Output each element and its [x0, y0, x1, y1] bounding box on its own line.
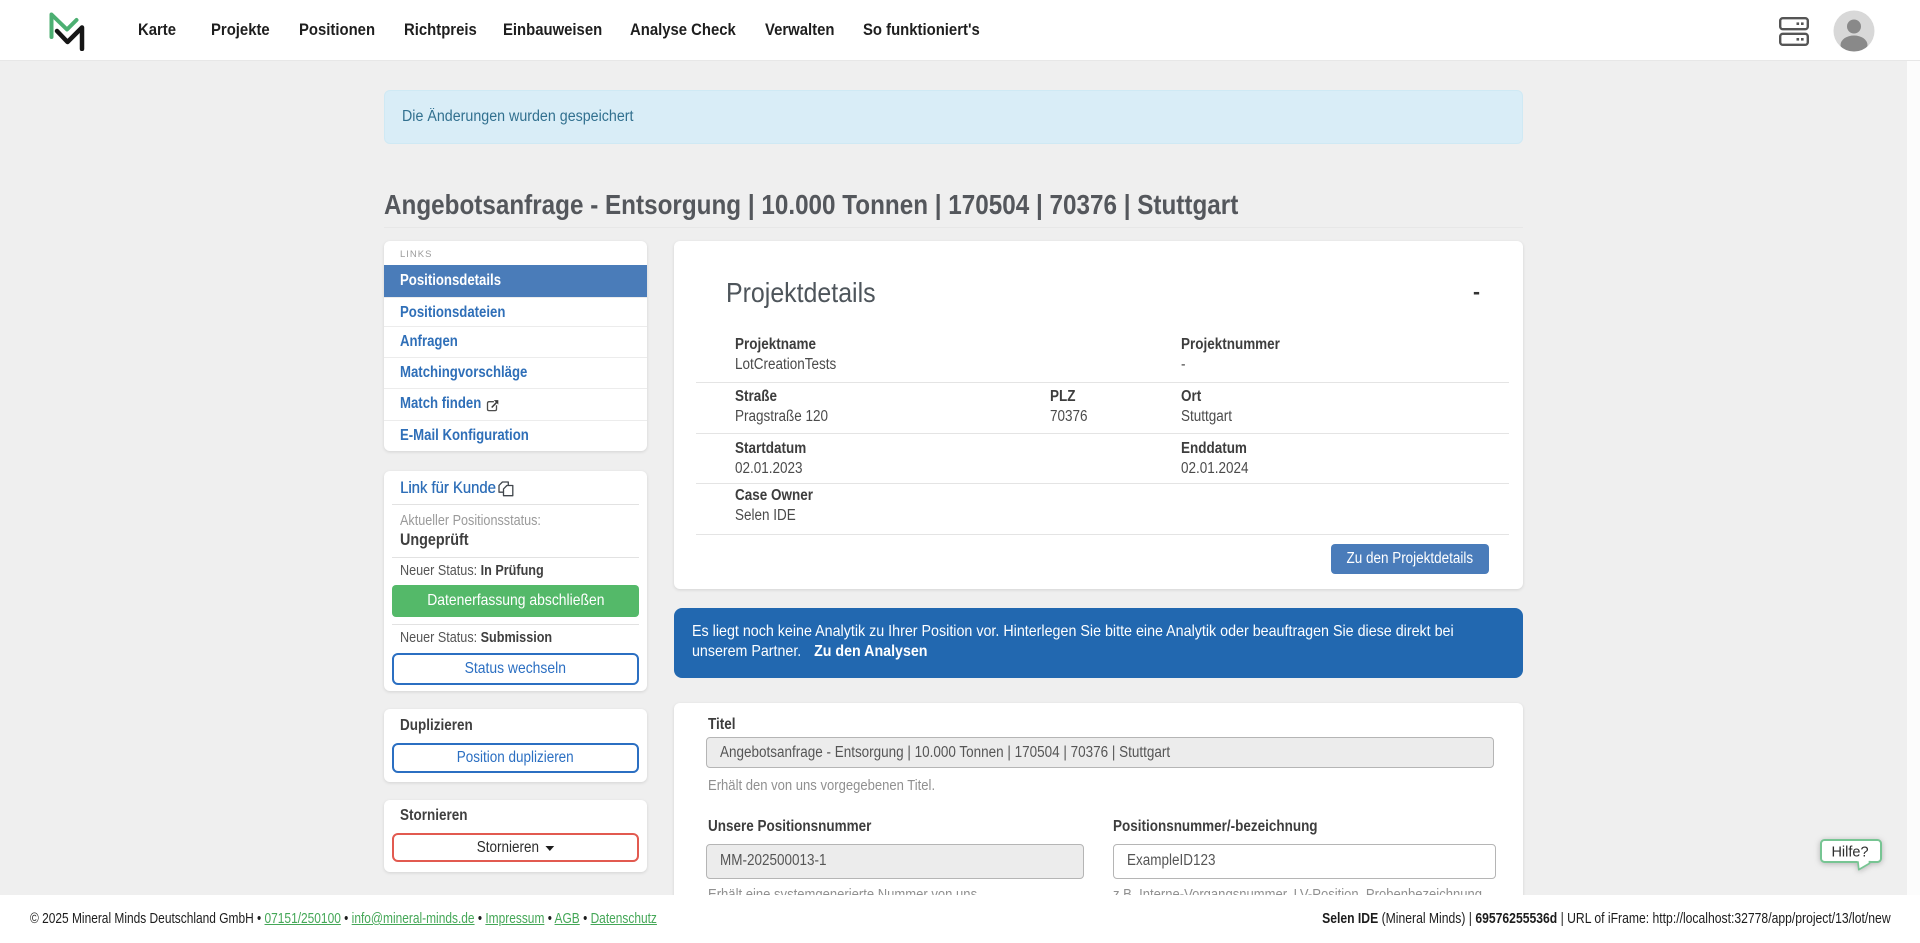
svg-text:Hilfe?: Hilfe?: [1831, 845, 1868, 861]
